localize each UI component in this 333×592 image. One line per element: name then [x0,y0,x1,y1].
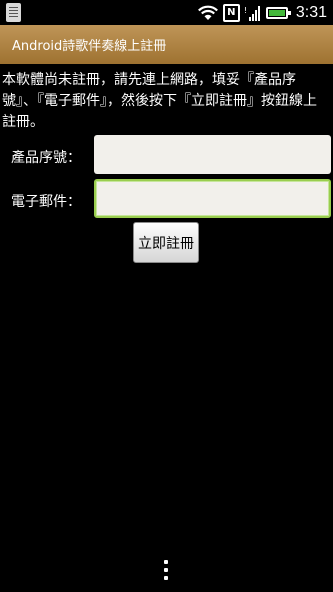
registration-notice: 本軟體尚未註冊，請先連上網路，填妥『產品序號』、『電子郵件』，然後按下『立即註冊… [2,72,317,130]
notification-icon[interactable] [6,3,21,22]
serial-number-label: 產品序號： [11,150,81,166]
status-clock: 3:31 [295,3,327,21]
email-input[interactable] [94,179,331,218]
battery-icon [265,6,291,19]
svg-text:!: ! [244,6,247,15]
signal-icon: ! [244,5,260,21]
status-icons: N ! 3:31 [197,2,327,23]
serial-number-input[interactable] [94,135,331,174]
app-title: Android詩歌伴奏線上註冊 [12,39,167,54]
app-title-bar: Android詩歌伴奏線上註冊 [0,25,333,64]
wifi-icon [197,5,218,20]
menu-dot [164,576,168,580]
nfc-icon: N [222,3,240,22]
menu-dot [164,560,168,564]
email-label: 電子郵件： [11,194,81,210]
status-bar: N ! 3:31 [0,0,333,25]
menu-dot [164,568,168,572]
register-now-button[interactable]: 立即註冊 [133,222,199,263]
overflow-menu-icon[interactable] [163,560,169,580]
